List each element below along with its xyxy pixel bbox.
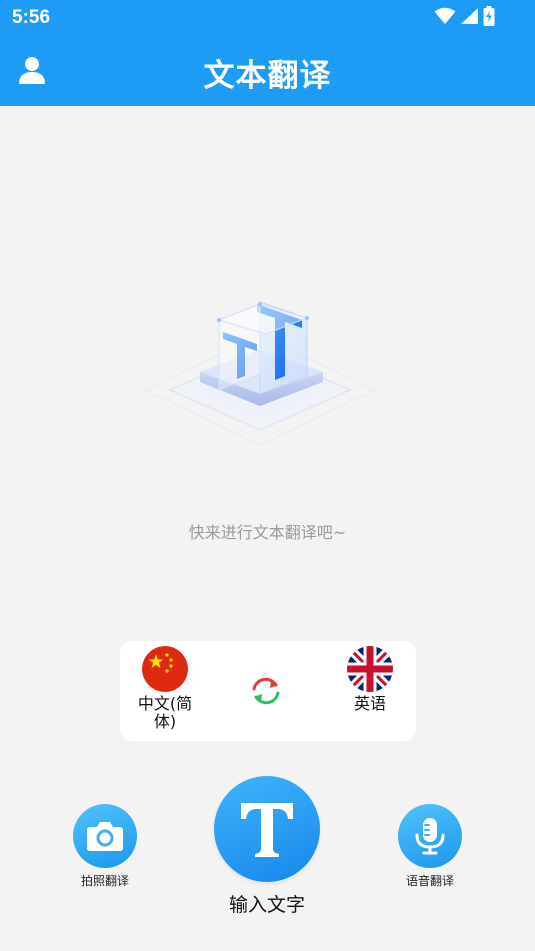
voice-translate-circle	[398, 804, 462, 868]
camera-icon	[87, 822, 123, 851]
photo-translate-circle	[73, 804, 137, 868]
source-language-button[interactable]: 中文(简体)	[130, 646, 200, 731]
photo-translate-label: 拍照翻译	[80, 874, 129, 888]
empty-state-hint: 快来进行文本翻译吧~	[188, 523, 347, 542]
status-time: 5:56	[12, 7, 51, 28]
swap-languages-button[interactable]	[249, 674, 283, 708]
language-selector-card: 中文(简体) 英语	[120, 641, 416, 741]
target-language-button[interactable]: 英语	[335, 646, 405, 713]
status-icons	[434, 6, 495, 30]
status-bar: 5:56	[0, 0, 535, 36]
uk-flag-icon	[347, 646, 393, 692]
input-text-circle	[214, 776, 320, 882]
microphone-icon	[415, 818, 445, 855]
target-language-label: 英语	[353, 694, 386, 713]
voice-translate-button[interactable]: 语音翻译	[390, 804, 470, 889]
china-flag-icon	[142, 646, 188, 692]
photo-translate-button[interactable]: 拍照翻译	[65, 804, 145, 889]
cellular-signal-icon	[460, 7, 479, 29]
page-title: 文本翻译	[203, 58, 332, 94]
input-text-button[interactable]: 输入文字	[202, 776, 332, 917]
text-t-icon	[241, 803, 293, 857]
input-text-label: 输入文字	[228, 894, 305, 916]
battery-charging-icon	[483, 6, 495, 30]
swap-arrows-icon	[252, 677, 280, 705]
app-screen: 5:56 文本翻译 快来进行文本翻译吧~ 中文(简体) 英语 拍照翻译 输入文字…	[0, 0, 535, 951]
empty-state-illustration	[135, 280, 385, 460]
wifi-icon	[434, 7, 456, 29]
app-header: 文本翻译	[0, 36, 535, 106]
source-language-label: 中文(简体)	[137, 694, 193, 731]
top-bar: 5:56 文本翻译	[0, 0, 535, 106]
voice-translate-label: 语音翻译	[405, 874, 454, 888]
